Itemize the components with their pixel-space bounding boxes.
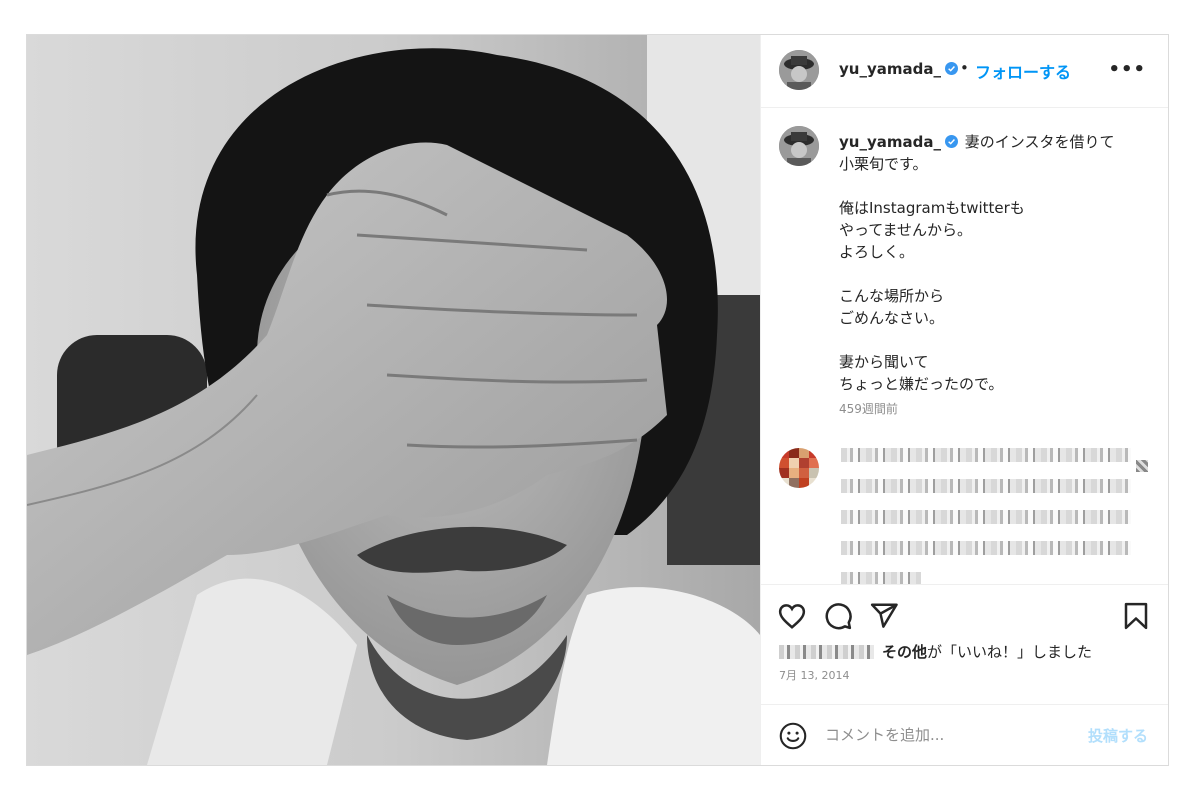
comment-input[interactable] <box>825 723 1065 747</box>
likes-others-link[interactable]: その他 <box>882 643 927 661</box>
verified-badge-icon <box>944 135 958 148</box>
username-text: yu_yamada_ <box>839 60 941 78</box>
avatar-image <box>779 50 819 90</box>
caption-username[interactable]: yu_yamada_ <box>839 133 958 151</box>
comment-bubble-icon[interactable] <box>823 601 853 631</box>
pixelated-comment-line <box>841 572 921 584</box>
username-link[interactable]: yu_yamada_ <box>839 60 958 78</box>
avatar[interactable] <box>779 50 819 90</box>
pixelated-liker-name[interactable] <box>779 645 874 659</box>
comment-like-icon[interactable] <box>1136 460 1148 472</box>
post-date[interactable]: 7月 13, 2014 <box>779 667 849 683</box>
separator-dot: • <box>960 59 969 77</box>
pixelated-comment-line <box>841 541 1131 555</box>
post-age[interactable]: 459週間前 <box>839 400 898 417</box>
verified-badge-icon <box>944 62 958 75</box>
caption-avatar-image <box>779 126 819 166</box>
post-header: yu_yamada_ • フォローする ••• <box>761 35 1168 108</box>
caption-username-text: yu_yamada_ <box>839 133 941 151</box>
likes-summary: その他が「いいね！」しました <box>779 641 1092 662</box>
likes-suffix: が「いいね！」しました <box>927 643 1093 661</box>
comments-area[interactable]: yu_yamada_ 妻のインスタを借りて 小栗旬です。 俺はInstagram… <box>761 108 1168 584</box>
post-actions: その他が「いいね！」しました 7月 13, 2014 <box>761 584 1168 705</box>
pixelated-comment <box>841 448 1131 584</box>
instagram-post: yu_yamada_ • フォローする ••• yu_yamada_ 妻のインス… <box>26 34 1169 766</box>
paper-plane-icon[interactable] <box>869 601 899 631</box>
pixelated-comment-line <box>841 448 1131 462</box>
heart-icon[interactable] <box>777 601 807 631</box>
commenter-avatar-pixelated[interactable] <box>779 448 819 488</box>
post-sidebar: yu_yamada_ • フォローする ••• yu_yamada_ 妻のインス… <box>760 35 1168 765</box>
add-comment-bar: 投稿する <box>761 704 1168 766</box>
post-photo-image <box>27 35 760 765</box>
post-photo[interactable] <box>27 35 760 765</box>
smiley-icon[interactable] <box>779 722 807 750</box>
post-comment-button[interactable]: 投稿する <box>1088 725 1148 746</box>
caption-avatar[interactable] <box>779 126 819 166</box>
bookmark-icon[interactable] <box>1121 601 1151 631</box>
ellipsis-icon[interactable]: ••• <box>1108 59 1146 80</box>
commenter-avatar-image <box>779 448 819 488</box>
follow-button[interactable]: フォローする <box>975 59 1071 83</box>
post-caption: yu_yamada_ 妻のインスタを借りて 小栗旬です。 俺はInstagram… <box>839 131 1149 395</box>
caption-text: 妻のインスタを借りて 小栗旬です。 俺はInstagramもtwitterも や… <box>839 133 1115 393</box>
pixelated-comment-line <box>841 479 1131 493</box>
pixelated-comment-line <box>841 510 1131 524</box>
